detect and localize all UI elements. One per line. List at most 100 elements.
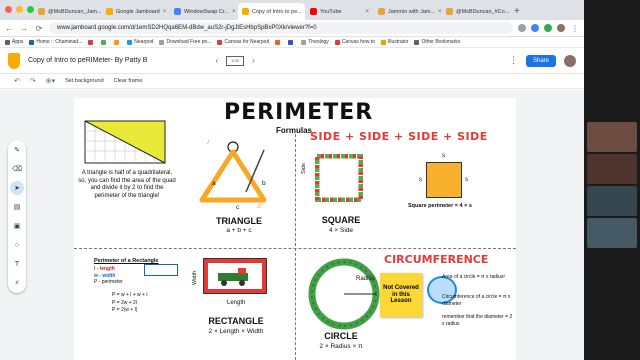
bookmark-label: Nearpod (134, 39, 154, 45)
frame-thumbnail[interactable]: 1/30 (226, 55, 245, 66)
minimize-window-button[interactable] (16, 6, 23, 13)
bookmark-item[interactable]: Theology (301, 39, 329, 45)
laser-icon[interactable]: ⚡ (10, 276, 24, 290)
square-banner: SIDE + SIDE + SIDE + SIDE (310, 130, 488, 143)
bookmark-label: Download Free pn... (166, 39, 212, 45)
share-button[interactable]: Share (525, 54, 556, 67)
browser-tab[interactable]: @MsBDuncan_Jam...× (34, 3, 101, 20)
bookmark-label: Theology (308, 39, 329, 45)
triangle-caption: TRIANGLE (216, 216, 262, 226)
square-border-illustration (315, 154, 363, 202)
rectangle-eq-3: P = 2(w + l) (112, 307, 138, 313)
previous-frame-icon[interactable]: ‹ (215, 56, 218, 65)
browser-tab[interactable]: Google Jamboard × (102, 3, 169, 20)
rectangle-diagram (144, 264, 178, 276)
bookmark-icon (127, 39, 133, 45)
bookmark-item[interactable]: Apps (5, 39, 23, 45)
bookmark-item[interactable] (114, 39, 121, 45)
grid-triangle-illustration (84, 120, 166, 164)
rectangle-caption: RECTANGLE (208, 316, 264, 326)
browser-tab[interactable]: Copy of Intro to pe...× (238, 3, 305, 20)
new-tab-button[interactable]: + (514, 6, 520, 17)
browser-tab[interactable]: @MsBDuncan_#Co...× (442, 3, 509, 20)
redo-icon[interactable]: ↷ (30, 77, 36, 85)
frame-navigator: ‹ 1/30 › (215, 55, 255, 66)
bookmark-item[interactable]: Home :: Chaminad... (29, 39, 82, 45)
bookmark-item[interactable]: Canvas how to (334, 39, 375, 45)
bookmark-item[interactable]: Download Free pn... (159, 39, 211, 45)
sticky-note[interactable]: Not Covered in this Lesson (380, 273, 422, 317)
reload-icon[interactable]: ⟳ (34, 24, 44, 33)
train-icon (218, 268, 248, 286)
participant-video-tile[interactable] (587, 186, 637, 216)
extension-icon[interactable] (544, 24, 552, 32)
jamboard-toolbar: ↶ ↷ ⊕▾ Set background Clear frame (0, 74, 584, 89)
participant-video-tile[interactable] (587, 154, 637, 184)
horizontal-divider (74, 248, 516, 249)
bookmark-icon (159, 39, 165, 45)
bookmark-item[interactable]: Other Bookmarks (414, 39, 460, 45)
square-perimeter-text: Square perimeter = 4 × s (408, 203, 472, 209)
bookmark-label: Canvas how to (341, 39, 375, 45)
text-box-icon[interactable]: T (10, 257, 24, 271)
zoom-icon[interactable]: ⊕▾ (46, 77, 55, 85)
triangle-note: A triangle is half of a quadrilateral, s… (78, 170, 176, 199)
more-options-icon[interactable]: ⋮ (509, 55, 518, 66)
bookmark-item[interactable]: Nearpod (127, 39, 153, 45)
participant-video-tile[interactable] (587, 122, 637, 152)
svg-text:♪: ♪ (206, 138, 210, 146)
extension-icon[interactable] (518, 24, 526, 32)
window-controls (5, 6, 34, 13)
circle-shape-icon[interactable]: ○ (10, 238, 24, 252)
browser-tab[interactable]: WindowSwap Cr... × (170, 3, 237, 20)
next-frame-icon[interactable]: › (252, 56, 255, 65)
close-window-button[interactable] (5, 6, 12, 13)
radius-label: Radius (356, 276, 375, 282)
close-tab-icon[interactable]: × (438, 9, 441, 15)
select-icon[interactable]: ➤ (10, 181, 24, 195)
eraser-icon[interactable]: ⌫ (10, 162, 24, 176)
jamboard-frame[interactable]: PERIMETER Formulas A triangle is half of… (74, 98, 516, 360)
bookmark-item[interactable] (101, 39, 108, 45)
clear-frame-button[interactable]: Clear frame (114, 78, 143, 84)
circumference-banner: CIRCUMFERENCE (384, 253, 489, 266)
undo-icon[interactable]: ↶ (14, 77, 20, 85)
sticky-note-icon[interactable]: ▤ (10, 200, 24, 214)
bookmark-item[interactable] (275, 39, 282, 45)
bookmark-item[interactable] (88, 39, 95, 45)
account-avatar[interactable] (564, 54, 576, 67)
bookmark-icon (217, 39, 223, 45)
set-background-button[interactable]: Set background (65, 78, 104, 84)
image-icon[interactable]: ▣ (10, 219, 24, 233)
close-tab-icon[interactable]: × (232, 9, 236, 15)
profile-avatar[interactable] (557, 24, 565, 32)
close-tab-icon[interactable]: × (365, 9, 369, 15)
bookmark-label: Other Bookmarks (421, 39, 461, 45)
browser-tab[interactable]: Jammin with Jam... × (374, 3, 441, 20)
tabs: @MsBDuncan_Jam...×Google Jamboard×Window… (34, 3, 510, 20)
rectangle-eq-2: P = 2w + 2l (112, 299, 137, 306)
circle-formula: 2 × Radius × π (319, 343, 363, 350)
extension-icon[interactable] (531, 24, 539, 32)
bookmark-item[interactable]: Canvas for Nearpod (217, 39, 269, 45)
pen-icon[interactable]: ✎ (10, 143, 24, 157)
browser-tab[interactable]: YouTube × (306, 3, 373, 20)
legend-perimeter: P - perimeter (94, 279, 123, 285)
tool-palette: ✎ ⌫ ➤ ▤ ▣ ○ T ⚡ (8, 140, 26, 293)
maximize-window-button[interactable] (27, 6, 34, 13)
close-tab-icon[interactable]: × (163, 9, 167, 15)
frame-indicator: 1/30 (231, 58, 239, 63)
back-icon[interactable]: ← (4, 24, 14, 33)
square-s-top: s (442, 153, 445, 159)
bookmark-icon (334, 39, 340, 45)
bookmark-item[interactable]: Illustrator (380, 39, 408, 45)
document-title[interactable]: Copy of Intro to peRIMeter- By Patty B (28, 57, 147, 64)
participant-video-tile[interactable] (587, 218, 637, 248)
rectangle-formula: 2 × Length × Width (208, 328, 264, 335)
tab-favicon-icon (378, 8, 385, 15)
forward-icon[interactable]: → (19, 24, 29, 33)
bookmark-icon (414, 39, 420, 45)
browser-menu-icon[interactable]: ⋮ (570, 24, 580, 33)
bookmark-item[interactable] (288, 39, 295, 45)
url-field[interactable]: www.jamboard.google.com/d/1emSD2HQqa6EM-… (49, 22, 513, 34)
